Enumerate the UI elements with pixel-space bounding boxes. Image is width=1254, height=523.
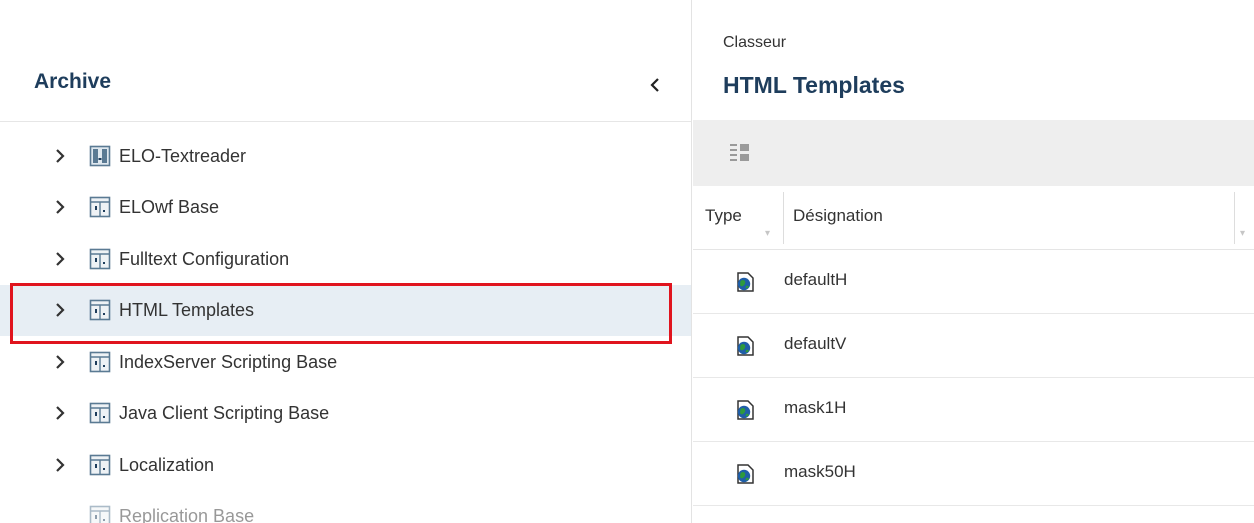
table-row[interactable]: defaultH [693, 250, 1254, 314]
chevron-right-icon[interactable] [54, 457, 66, 473]
collapse-panel-button[interactable] [640, 70, 670, 100]
tree-item-label: IndexServer Scripting Base [119, 351, 338, 372]
cabinet-icon [89, 299, 111, 321]
tree-item-label: Replication Base [119, 506, 255, 523]
special-folder-icon [89, 145, 111, 167]
tree-item-label: HTML Templates [119, 300, 255, 321]
tree-item[interactable]: ELOwf Base [0, 182, 691, 234]
table-row[interactable]: defaultV [693, 314, 1254, 378]
tree-item-label: ELO-Textreader [119, 145, 247, 166]
html-document-icon [737, 336, 754, 356]
tree-item[interactable]: IndexServer Scripting Base [0, 336, 691, 388]
archive-header: Archive [0, 0, 691, 122]
html-document-icon [737, 272, 754, 292]
document-name: mask50H [784, 462, 856, 481]
sort-indicator-icon[interactable]: ▾ [1240, 228, 1245, 239]
cabinet-icon [89, 196, 111, 218]
breadcrumb[interactable]: Classeur [723, 34, 786, 52]
tree-item[interactable]: Java Client Scripting Base [0, 388, 691, 440]
content-panel: Classeur HTML Templates Type ▾ Désignati… [693, 0, 1254, 523]
chevron-left-icon [650, 78, 659, 92]
chevron-right-icon[interactable] [54, 302, 66, 318]
grid-header: Type ▾ Désignation ▾ [693, 186, 1254, 250]
tree-item[interactable]: HTML Templates [0, 282, 691, 343]
chevron-right-icon[interactable] [54, 251, 66, 267]
document-list: defaultH defaultV mask1H mask50H [693, 250, 1254, 506]
column-header-type[interactable]: Type [705, 206, 742, 226]
cabinet-icon [89, 248, 111, 270]
cabinet-icon [89, 505, 111, 523]
tree-item[interactable]: ELO-Textreader [0, 130, 691, 182]
tree-item-label: ELOwf Base [119, 197, 220, 218]
column-resize-handle[interactable] [783, 192, 784, 244]
document-name: defaultH [784, 270, 848, 289]
view-mode-icon[interactable] [729, 142, 751, 162]
tree-item[interactable]: Localization [0, 439, 691, 491]
chevron-right-icon[interactable] [54, 354, 66, 370]
tree-item[interactable]: Fulltext Configuration [0, 233, 691, 285]
chevron-right-icon[interactable] [54, 405, 66, 421]
cabinet-icon [89, 351, 111, 373]
tree-item[interactable]: Replication Base [0, 491, 691, 523]
html-document-icon [737, 464, 754, 484]
sort-indicator-icon[interactable]: ▾ [765, 228, 770, 239]
table-row[interactable]: mask50H [693, 442, 1254, 506]
column-resize-handle[interactable] [1234, 192, 1235, 244]
archive-tree: ELO-Textreader ELOwf Base Fulltext Confi… [0, 130, 691, 523]
tree-item-label: Localization [119, 454, 215, 475]
tree-item-label: Java Client Scripting Base [119, 403, 330, 424]
document-name: defaultV [784, 334, 847, 353]
cabinet-icon [89, 402, 111, 424]
table-row[interactable]: mask1H [693, 378, 1254, 442]
tree-item-label: Fulltext Configuration [119, 248, 290, 269]
page-title: HTML Templates [723, 72, 905, 98]
document-name: mask1H [784, 398, 847, 417]
html-document-icon [737, 400, 754, 420]
toolbar [693, 120, 1254, 186]
archive-panel: Archive ELO-Textreader ELOwf Base Fullte… [0, 0, 692, 523]
cabinet-icon [89, 454, 111, 476]
chevron-right-icon[interactable] [54, 148, 66, 164]
column-header-name[interactable]: Désignation [793, 206, 883, 226]
archive-title: Archive [34, 70, 112, 93]
chevron-right-icon[interactable] [54, 199, 66, 215]
